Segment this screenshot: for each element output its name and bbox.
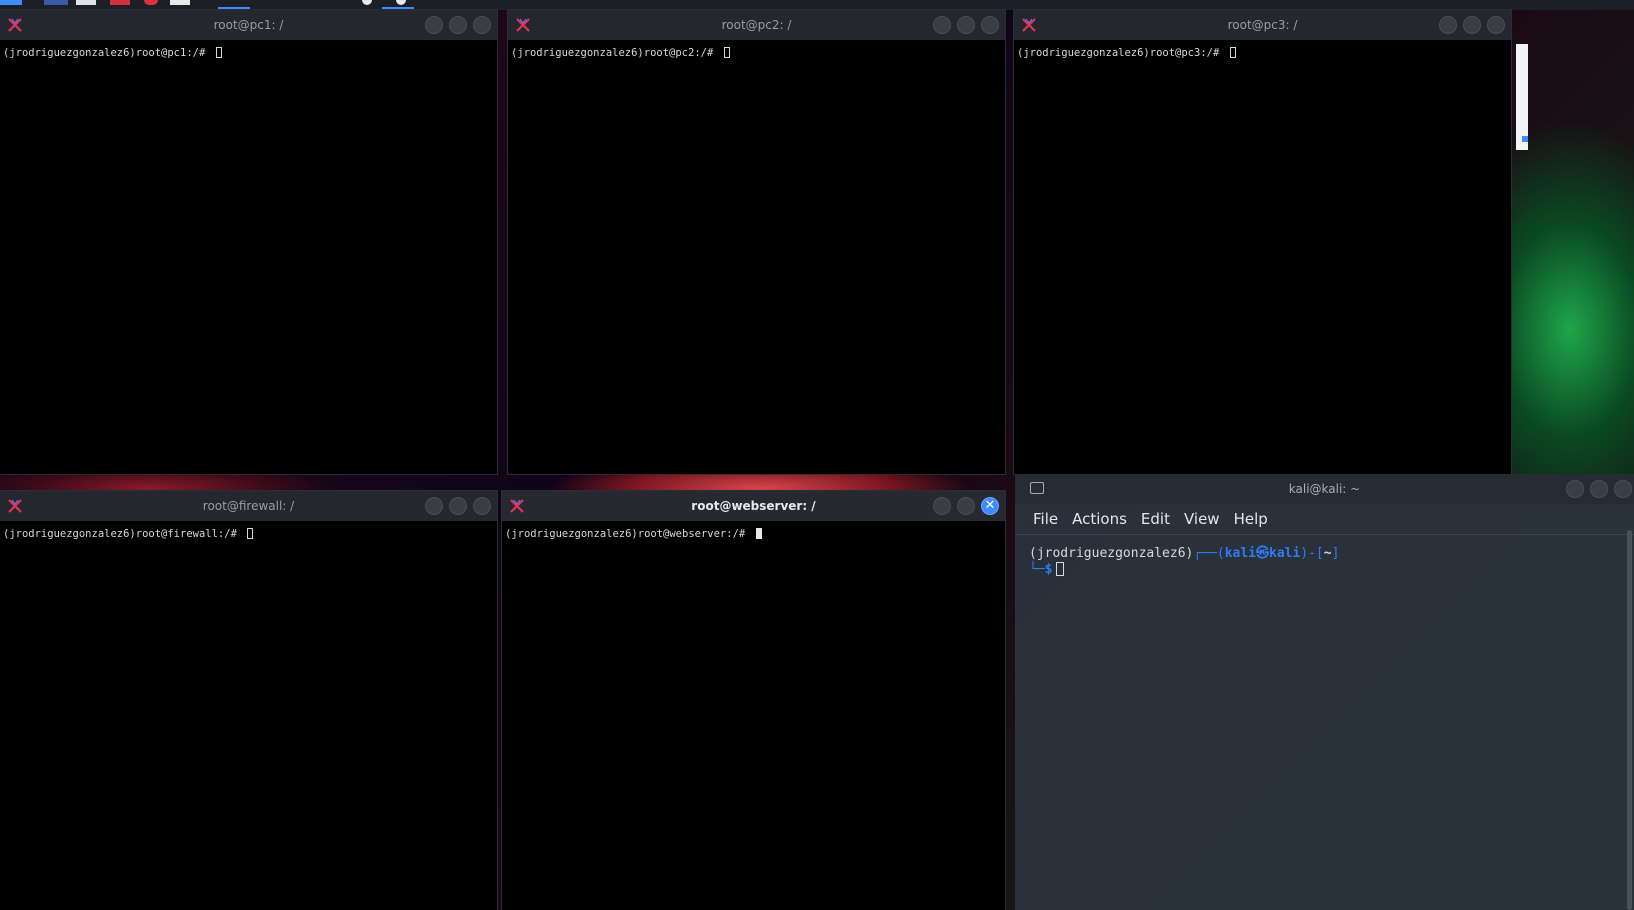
prompt-end: ]: [1331, 546, 1340, 561]
maximize-button[interactable]: [957, 16, 975, 34]
prompt-dollar: $: [1044, 562, 1053, 577]
x-logo-icon: [516, 18, 530, 32]
maximize-button[interactable]: [957, 497, 975, 515]
prompt-userhost: kali㉿kali: [1224, 546, 1301, 561]
maximize-button[interactable]: [1590, 480, 1608, 498]
prompt-dir: ~: [1323, 546, 1332, 561]
x-logo-icon: [8, 18, 22, 32]
window-title: root@webserver: /: [691, 499, 816, 513]
terminal-area[interactable]: (jrodriguezgonzalez6)root@webserver:/#: [502, 521, 1005, 910]
terminal-area[interactable]: (jrodriguezgonzalez6)root@pc1:/#: [0, 40, 497, 474]
xterm-window-pc1[interactable]: root@pc1: / (jrodriguezgonzalez6)root@pc…: [0, 10, 497, 474]
xterm-window-firewall[interactable]: root@firewall: / (jrodriguezgonzalez6)ro…: [0, 491, 497, 910]
app-menu-icon[interactable]: [0, 0, 22, 5]
titlebar[interactable]: root@firewall: /: [0, 491, 497, 521]
menu-actions[interactable]: Actions: [1072, 510, 1127, 528]
prompt: (jrodriguezgonzalez6)root@pc3:/#: [1017, 47, 1226, 59]
files-icon[interactable]: [76, 0, 96, 5]
xterm-window-pc3[interactable]: root@pc3: / (jrodriguezgonzalez6)root@pc…: [1014, 10, 1511, 474]
maximize-button[interactable]: [449, 497, 467, 515]
terminal-area[interactable]: (jrodriguezgonzalez6)root@firewall:/#: [0, 521, 497, 910]
app-launcher-icon[interactable]: [110, 0, 130, 5]
titlebar[interactable]: root@webserver: / ✕: [502, 491, 1005, 521]
terminal-icon: [1030, 482, 1044, 494]
cursor: [1056, 562, 1065, 576]
x-logo-icon: [510, 499, 524, 513]
cursor: [723, 47, 730, 58]
menu-file[interactable]: File: [1033, 510, 1058, 528]
window-title: root@pc3: /: [1227, 18, 1298, 32]
window-title: root@pc1: /: [213, 18, 284, 32]
close-button[interactable]: [1614, 480, 1632, 498]
window-title: kali@kali: ~: [1288, 482, 1361, 496]
prompt-corner: └─: [1029, 562, 1045, 577]
scroll-marker: [1522, 136, 1528, 142]
titlebar[interactable]: root@pc3: /: [1014, 10, 1511, 40]
x-logo-icon: [8, 499, 22, 513]
workspace-icon[interactable]: [44, 0, 68, 5]
prompt: (jrodriguezgonzalez6)root@webserver:/#: [505, 528, 752, 540]
task-icon-2[interactable]: [396, 0, 406, 5]
taskbar-tab-active[interactable]: [218, 7, 250, 9]
cursor: [1229, 47, 1236, 58]
cursor: [215, 47, 222, 58]
prompt: (jrodriguezgonzalez6)root@firewall:/#: [3, 528, 244, 540]
window-title: root@firewall: /: [202, 499, 295, 513]
close-button[interactable]: [473, 16, 491, 34]
background-window-edge: [1516, 44, 1528, 150]
terminal-area[interactable]: (jrodriguezgonzalez6)┌──(kali㉿kali)-[~] …: [1029, 546, 1614, 910]
menu-edit[interactable]: Edit: [1141, 510, 1170, 528]
menu-help[interactable]: Help: [1234, 510, 1268, 528]
minimize-button[interactable]: [425, 497, 443, 515]
minimize-button[interactable]: [425, 16, 443, 34]
terminal-area[interactable]: (jrodriguezgonzalez6)root@pc2:/#: [508, 40, 1005, 474]
top-panel: [0, 0, 1634, 10]
minimize-button[interactable]: [933, 497, 951, 515]
close-button[interactable]: ✕: [981, 497, 999, 515]
titlebar[interactable]: root@pc2: /: [508, 10, 1005, 40]
titlebar[interactable]: root@pc1: /: [0, 10, 497, 40]
minimize-button[interactable]: [1439, 16, 1457, 34]
maximize-button[interactable]: [1463, 16, 1481, 34]
task-icon-1[interactable]: [362, 0, 372, 5]
close-button[interactable]: [1487, 16, 1505, 34]
scrollbar[interactable]: [1627, 530, 1632, 910]
prompt-sep: )-[: [1300, 546, 1324, 561]
taskbar-tab-2[interactable]: [382, 7, 414, 9]
maximize-button[interactable]: [449, 16, 467, 34]
kali-terminal-window[interactable]: kali@kali: ~ File Actions Edit View Help…: [1015, 474, 1634, 910]
terminal-area[interactable]: (jrodriguezgonzalez6)root@pc3:/#: [1014, 40, 1511, 474]
browser-icon[interactable]: [144, 0, 158, 5]
terminal-launcher-icon[interactable]: [170, 0, 190, 5]
xterm-window-webserver[interactable]: root@webserver: / ✕ (jrodriguezgonzalez6…: [502, 491, 1005, 910]
xterm-window-pc2[interactable]: root@pc2: / (jrodriguezgonzalez6)root@pc…: [508, 10, 1005, 474]
prompt: (jrodriguezgonzalez6)root@pc2:/#: [511, 47, 720, 59]
cursor: [755, 528, 762, 539]
titlebar[interactable]: kali@kali: ~: [1015, 474, 1634, 504]
prompt-box-open: ┌──(: [1193, 546, 1225, 561]
menu-view[interactable]: View: [1184, 510, 1220, 528]
close-button[interactable]: [473, 497, 491, 515]
prompt: (jrodriguezgonzalez6)root@pc1:/#: [3, 47, 212, 59]
minimize-button[interactable]: [1566, 480, 1584, 498]
menu-bar: File Actions Edit View Help: [1015, 504, 1634, 535]
minimize-button[interactable]: [933, 16, 951, 34]
x-logo-icon: [1022, 18, 1036, 32]
window-title: root@pc2: /: [721, 18, 792, 32]
close-button[interactable]: [981, 16, 999, 34]
prompt-user-tag: (jrodriguezgonzalez6): [1029, 546, 1194, 561]
cursor: [247, 528, 254, 539]
